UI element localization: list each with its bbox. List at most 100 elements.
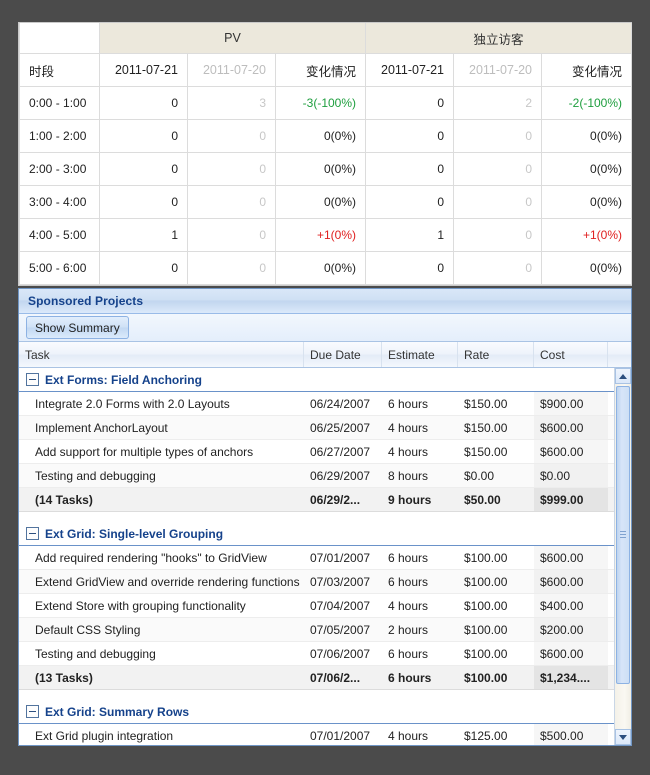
- cell-task: Extend GridView and override rendering f…: [35, 574, 300, 589]
- grid-header-spacer: [608, 342, 620, 367]
- cell-rate: $100.00: [464, 550, 508, 565]
- cell-rate: $150.00: [464, 444, 508, 459]
- group-summary-row[interactable]: (13 Tasks) 07/06/2... 6 hours $100.00 $1,234…: [19, 666, 614, 690]
- minus-box-icon[interactable]: [26, 373, 39, 386]
- panel-header: Sponsored Projects: [19, 289, 631, 314]
- cell-rate: $100.00: [464, 670, 508, 685]
- group-spacer: [19, 690, 614, 700]
- cell-rate: $50.00: [464, 492, 501, 507]
- cell-uv_today: 0: [365, 251, 455, 285]
- grid-header-task[interactable]: Task: [19, 342, 304, 367]
- cell-pv_prev: 0: [187, 119, 276, 153]
- cell-estimate: 6 hours: [388, 670, 432, 685]
- cell-pv_delta: 0(0%): [274, 152, 367, 186]
- cell-due: 06/29/2007: [310, 468, 371, 483]
- stats-table-head: PV 独立访客 时段 2011-07-21 2011-07-20 变化情况 20…: [19, 23, 633, 87]
- grid-header-cost[interactable]: Cost: [534, 342, 608, 367]
- cell-task: Default CSS Styling: [35, 622, 141, 637]
- cell-estimate: 2 hours: [388, 622, 429, 637]
- cell-period: 4:00 - 5:00: [19, 218, 100, 252]
- grid-toolbar: Show Summary: [19, 314, 631, 342]
- cell-cost: $600.00: [534, 546, 608, 569]
- grid-header-due-date[interactable]: Due Date: [304, 342, 382, 367]
- cell-uv_prev: 0: [453, 119, 543, 153]
- group-summary-row[interactable]: (14 Tasks) 06/29/2... 9 hours $50.00 $999.00: [19, 488, 614, 512]
- cell-due: 07/01/2007: [310, 728, 371, 743]
- cell-uv_today: 0: [365, 86, 455, 120]
- cell-task: (14 Tasks): [35, 492, 93, 507]
- cell-uv_prev: 0: [453, 218, 543, 252]
- cell-uv_delta: 0(0%): [541, 152, 633, 186]
- cell-due: 07/04/2007: [310, 598, 371, 613]
- group-header[interactable]: Ext Forms: Field Anchoring: [19, 368, 614, 392]
- cell-cost: $600.00: [534, 642, 608, 665]
- cell-due: 07/05/2007: [310, 622, 371, 637]
- table-row[interactable]: Testing and debugging 06/29/2007 8 hours $0…: [19, 464, 614, 488]
- scroll-up-button[interactable]: [615, 368, 631, 384]
- table-row[interactable]: Ext Grid plugin integration 07/01/2007 4 h…: [19, 724, 614, 745]
- cell-task: Integrate 2.0 Forms with 2.0 Layouts: [35, 396, 230, 411]
- stats-group-header-row: PV 独立访客: [19, 23, 633, 54]
- table-row[interactable]: Add support for multiple types of anchor…: [19, 440, 614, 464]
- grid-rows-container: Ext Forms: Field Anchoring Integrate 2.0 …: [19, 368, 614, 745]
- grid-header-estimate[interactable]: Estimate: [382, 342, 458, 367]
- vertical-scrollbar[interactable]: [614, 368, 631, 745]
- group-spacer: [19, 512, 614, 522]
- scroll-down-button[interactable]: [615, 729, 631, 745]
- col-header-period: 时段: [19, 53, 100, 87]
- cell-due: 07/06/2007: [310, 646, 371, 661]
- cell-pv_prev: 0: [187, 218, 276, 252]
- cell-pv_delta: 0(0%): [274, 185, 367, 219]
- cell-period: 2:00 - 3:00: [19, 152, 100, 186]
- cell-estimate: 4 hours: [388, 420, 429, 435]
- table-row[interactable]: Extend Store with grouping functionality…: [19, 594, 614, 618]
- cell-rate: $0.00: [464, 468, 495, 483]
- show-summary-button[interactable]: Show Summary: [26, 316, 129, 339]
- stats-row: 1:00 - 2:00 0 0 0(0%) 0 0 0(0%): [19, 119, 633, 153]
- minus-box-icon[interactable]: [26, 705, 39, 718]
- table-row[interactable]: Implement AnchorLayout 06/25/2007 4 hours $…: [19, 416, 614, 440]
- cell-cost: $400.00: [534, 594, 608, 617]
- cell-task: Add required rendering "hooks" to GridVi…: [35, 550, 267, 565]
- cell-task: Testing and debugging: [35, 646, 156, 661]
- stats-group-pv: PV: [98, 23, 367, 54]
- cell-cost: $999.00: [534, 488, 608, 511]
- page-title: Sponsored Projects: [28, 294, 144, 308]
- stats-group-uv: 独立访客: [365, 23, 633, 54]
- group-header[interactable]: Ext Grid: Single-level Grouping: [19, 522, 614, 546]
- cell-estimate: 6 hours: [388, 550, 429, 565]
- stats-row: 2:00 - 3:00 0 0 0(0%) 0 0 0(0%): [19, 152, 633, 186]
- cell-rate: $100.00: [464, 574, 508, 589]
- cell-pv_delta: 0(0%): [274, 251, 367, 285]
- cell-uv_today: 0: [365, 119, 455, 153]
- cell-period: 5:00 - 6:00: [19, 251, 100, 285]
- cell-uv_prev: 0: [453, 251, 543, 285]
- chevron-up-icon: [619, 373, 627, 379]
- cell-uv_prev: 2: [453, 86, 543, 120]
- group-header[interactable]: Ext Grid: Summary Rows: [19, 700, 614, 724]
- cell-task: (13 Tasks): [35, 670, 93, 685]
- cell-uv_today: 1: [365, 218, 455, 252]
- table-row[interactable]: Add required rendering "hooks" to GridVi…: [19, 546, 614, 570]
- traffic-stats-panel: PV 独立访客 时段 2011-07-21 2011-07-20 变化情况 20…: [18, 22, 633, 286]
- cell-pv_today: 0: [99, 119, 188, 153]
- grid-column-headers: Task Due Date Estimate Rate Cost: [19, 342, 631, 368]
- cell-cost: $900.00: [534, 392, 608, 415]
- minus-box-icon[interactable]: [26, 527, 39, 540]
- cell-uv_delta: 0(0%): [541, 119, 633, 153]
- grid-header-rate[interactable]: Rate: [458, 342, 534, 367]
- table-row[interactable]: Default CSS Styling 07/05/2007 2 hours $100…: [19, 618, 614, 642]
- cell-cost: $500.00: [534, 724, 608, 745]
- stats-corner-blank: [19, 23, 100, 54]
- cell-due: 06/27/2007: [310, 444, 371, 459]
- cell-due: 06/24/2007: [310, 396, 371, 411]
- scrollbar-thumb[interactable]: [616, 386, 630, 684]
- cell-task: Testing and debugging: [35, 468, 156, 483]
- stats-row: 0:00 - 1:00 0 3 -3(-100%) 0 2 -2(-100%): [19, 86, 633, 120]
- cell-pv_today: 1: [99, 218, 188, 252]
- cell-pv_prev: 0: [187, 152, 276, 186]
- table-row[interactable]: Extend GridView and override rendering f…: [19, 570, 614, 594]
- cell-pv_prev: 0: [187, 185, 276, 219]
- table-row[interactable]: Integrate 2.0 Forms with 2.0 Layouts 06/2…: [19, 392, 614, 416]
- table-row[interactable]: Testing and debugging 07/06/2007 6 hours $1…: [19, 642, 614, 666]
